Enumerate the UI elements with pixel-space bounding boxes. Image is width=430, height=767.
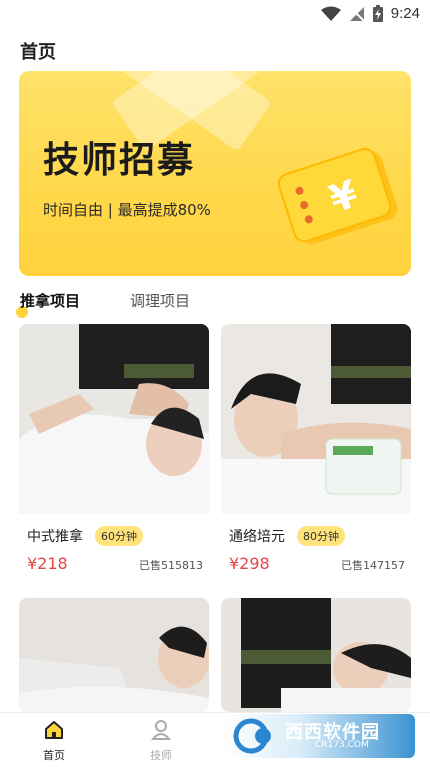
sold-count: 已售515813 (139, 559, 203, 572)
tab-conditioning-label: 调理项目 (130, 292, 191, 310)
coupon-ticket-icon: ¥ (277, 148, 398, 245)
sold-count: 已售147157 (341, 559, 405, 572)
service-price: ¥298 (229, 554, 270, 573)
battery-charging-icon (372, 5, 383, 22)
status-bar: 9:24 (0, 0, 430, 30)
service-name: 中式推拿 (27, 529, 83, 545)
watermark-logo: 西西软件园 CR173.COM (225, 714, 415, 758)
duration-badge: 60分钟 (95, 526, 143, 546)
service-card[interactable]: 中式推拿 60分钟 ¥218 已售515813 (19, 324, 209, 582)
banner-subtitle: 时间自由 | 最高提成80% (43, 201, 211, 219)
service-card[interactable] (221, 598, 411, 712)
tab-massage-label: 推拿项目 (20, 292, 81, 310)
watermark-sub: CR173.COM (315, 740, 369, 750)
status-time: 9:24 (390, 5, 420, 22)
service-name: 通络培元 (229, 529, 285, 545)
no-signal-icon (349, 5, 365, 22)
service-photo (19, 598, 209, 712)
nav-home-label: 首页 (43, 749, 65, 762)
recruit-banner[interactable]: 技师招募 时间自由 | 最高提成80% ¥ (19, 71, 411, 276)
duration-badge: 80分钟 (297, 526, 345, 546)
service-card[interactable]: 通络培元 80分钟 ¥298 已售147157 (221, 324, 411, 582)
wifi-icon (320, 6, 341, 21)
service-photo (221, 324, 411, 514)
service-photo (19, 324, 209, 514)
page-title: 首页 (20, 42, 56, 63)
home-icon (45, 721, 63, 739)
tab-conditioning[interactable]: 调理项目 (130, 290, 190, 316)
banner-title: 技师招募 (43, 140, 196, 181)
service-price: ¥218 (27, 554, 68, 573)
category-tabs: 推拿项目 调理项目 (16, 290, 190, 318)
tab-massage[interactable]: 推拿项目 (16, 290, 81, 318)
person-icon (150, 720, 172, 740)
service-card[interactable] (19, 598, 209, 712)
nav-home[interactable]: 首页 (24, 719, 84, 763)
nav-technician[interactable]: 技师 (131, 719, 191, 763)
service-photo (221, 598, 411, 712)
nav-technician-label: 技师 (150, 749, 172, 762)
